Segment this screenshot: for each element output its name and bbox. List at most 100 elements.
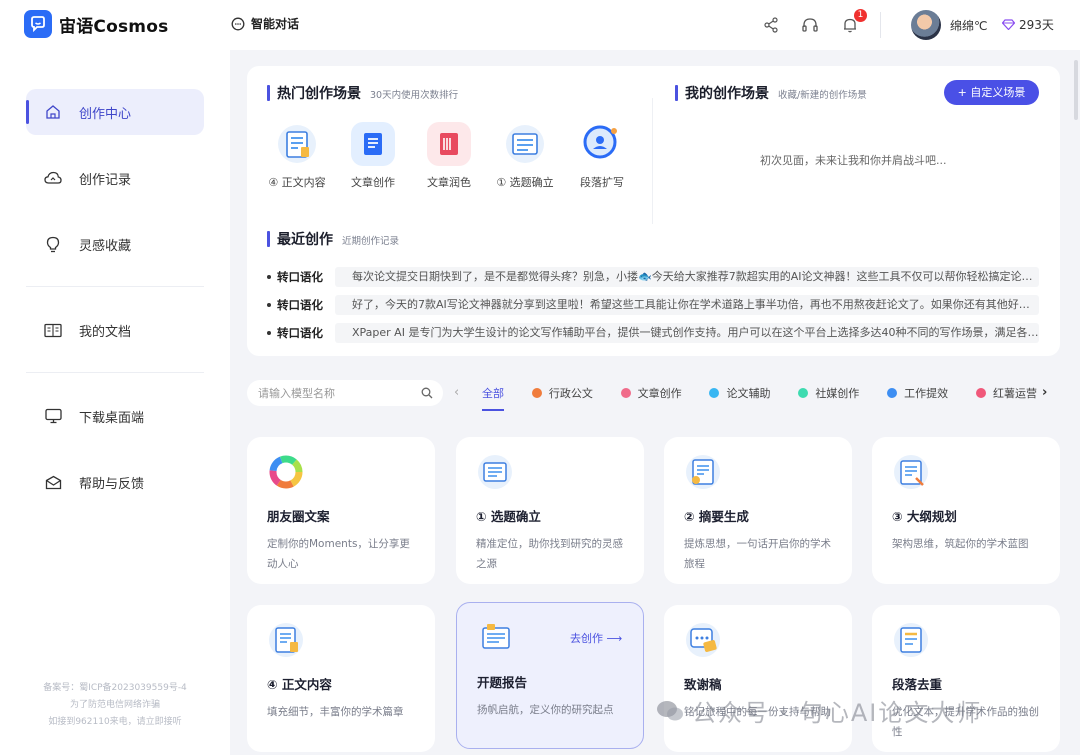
- chevron-left-icon[interactable]: ‹: [454, 385, 459, 400]
- share-icon[interactable]: [760, 14, 782, 36]
- hot-scene-item[interactable]: ④ 正文内容: [259, 122, 335, 190]
- hot-scenes-heading: 热门创作场景 30天内使用次数排行: [267, 83, 458, 103]
- recent-item[interactable]: 转口语化 XPaper AI 是专门为大学生设计的论文写作辅助平台，提供一键式创…: [267, 323, 1039, 343]
- tab-productivity[interactable]: 工作提效: [887, 385, 948, 401]
- sidebar-item-help-feedback[interactable]: 帮助与反馈: [26, 459, 204, 505]
- recent-subtitle: 近期创作记录: [342, 236, 400, 247]
- model-search-input[interactable]: [258, 386, 421, 400]
- go-create-link[interactable]: 去创作 ⟶: [570, 630, 622, 646]
- nav-smart-chat[interactable]: 智能对话: [231, 15, 299, 32]
- recent-item-text: XPaper AI 是专门为大学生设计的论文写作辅助平台，提供一键式创作支持。用…: [335, 323, 1039, 343]
- panel-divider: [652, 98, 653, 224]
- tab-all[interactable]: 全部: [482, 385, 504, 411]
- sidebar-item-label: 创作中心: [79, 106, 132, 122]
- headset-icon[interactable]: [799, 14, 821, 36]
- report-doc-icon: [477, 619, 515, 657]
- my-scenes-title: 我的创作场景: [685, 86, 769, 102]
- sidebar-item-creation-center[interactable]: 创作中心: [26, 89, 204, 135]
- category-dot-icon: [620, 388, 631, 398]
- scene-card-selected[interactable]: 去创作 ⟶ 开题报告 扬帆启航，定义你的研究起点: [456, 602, 644, 749]
- sidebar-item-creation-history[interactable]: 创作记录: [26, 155, 204, 201]
- model-search-box[interactable]: [247, 380, 443, 406]
- content-doc-icon: [275, 122, 319, 166]
- bullet: [267, 331, 271, 335]
- icp-filing-info: 备案号：蜀ICP备2023039559号-4 为了防范电信网络诈骗 如接到962…: [20, 680, 210, 731]
- tab-admin-docs[interactable]: 行政公文: [531, 385, 593, 401]
- scene-card[interactable]: ④ 正文内容 填充细节，丰富你的学术篇章: [247, 605, 435, 752]
- page-scrollbar[interactable]: [1074, 60, 1078, 120]
- scene-card[interactable]: ① 选题确立 精准定位，助你找到研究的灵感之源: [456, 437, 644, 584]
- hot-scene-item[interactable]: 文章创作: [335, 122, 411, 190]
- notification-badge: 1: [854, 9, 867, 22]
- tab-label: 社媒创作: [815, 387, 860, 400]
- tab-article-writing[interactable]: 文章创作: [620, 385, 682, 401]
- hot-scene-label: 段落扩写: [580, 176, 624, 189]
- add-custom-scene-button[interactable]: + 自定义场景: [944, 80, 1039, 105]
- tab-thesis-assist[interactable]: 论文辅助: [709, 385, 770, 401]
- card-title: 致谢稿: [684, 677, 722, 692]
- recent-item-text: 好了，今天的7款AI写论文神器就分享到这里啦！希望这些工具能让你在学术道路上事半…: [335, 295, 1039, 315]
- header-divider: [880, 12, 881, 38]
- my-scenes-subtitle: 收藏/新建的创作场景: [778, 90, 867, 101]
- mail-icon: [44, 473, 62, 491]
- card-title: ② 摘要生成: [684, 509, 749, 524]
- tab-xiaohongshu-ops[interactable]: 红薯运营: [975, 385, 1037, 401]
- card-description: 填充细节，丰富你的学术篇章: [267, 706, 404, 718]
- sidebar-item-label: 帮助与反馈: [79, 476, 145, 492]
- watermark-text: 公众号 · 句心AI论文大师: [692, 699, 983, 727]
- hot-scene-label: ④ 正文内容: [268, 176, 326, 189]
- scene-card[interactable]: 朋友圈文案 定制你的Moments，让分享更动人心: [247, 437, 435, 584]
- icp-line[interactable]: 备案号：蜀ICP备2023039559号-4: [20, 680, 210, 697]
- scene-card[interactable]: 段落去重 优化文本，提升学术作品的独创性: [872, 605, 1060, 752]
- sidebar-item-inspiration[interactable]: 灵感收藏: [26, 221, 204, 267]
- logo-chat-icon: [24, 10, 52, 38]
- membership-days-label: 293天: [1019, 18, 1054, 32]
- topic-doc-icon: [476, 453, 514, 491]
- chevron-right-icon[interactable]: ›: [1042, 385, 1047, 400]
- cloud-icon: [44, 169, 62, 187]
- scene-card[interactable]: 致谢稿 铭记旅程中的每一份支持与帮助: [664, 605, 852, 752]
- color-ring-icon: [267, 453, 305, 491]
- recent-item[interactable]: 转口语化 好了，今天的7款AI写论文神器就分享到这里啦！希望这些工具能让你在学术…: [267, 295, 1039, 315]
- bell-icon[interactable]: 1: [839, 9, 867, 36]
- card-title: ④ 正文内容: [267, 677, 332, 692]
- brand-logo[interactable]: 宙语Cosmos: [24, 10, 168, 38]
- card-title: 朋友圈文案: [267, 509, 330, 524]
- membership-days[interactable]: 293天: [1002, 16, 1054, 33]
- wechat-logo-icon: [657, 700, 683, 720]
- bullet: [267, 303, 271, 307]
- hot-scene-label: 文章润色: [427, 176, 471, 189]
- hot-scene-item[interactable]: 文章润色: [411, 122, 487, 190]
- hot-scenes-subtitle: 30天内使用次数排行: [370, 90, 459, 101]
- sidebar-item-my-docs[interactable]: 我的文档: [26, 307, 204, 353]
- chat-bubble-icon: [231, 17, 245, 30]
- sidebar-item-label: 我的文档: [79, 324, 132, 340]
- card-title: ③ 大纲规划: [892, 509, 957, 524]
- sidebar-item-label: 灵感收藏: [79, 238, 132, 254]
- search-icon[interactable]: [421, 387, 433, 399]
- scene-card[interactable]: ③ 大纲规划 架构思维，筑起你的学术蓝图: [872, 437, 1060, 584]
- tab-label: 全部: [482, 387, 504, 400]
- tab-label: 行政公文: [548, 387, 593, 400]
- outline-doc-icon: [892, 453, 930, 491]
- hot-scene-item[interactable]: ① 选题确立: [487, 122, 563, 190]
- topic-doc-icon: [503, 122, 547, 166]
- recent-item-text: 每次论文提交日期快到了，是不是都觉得头疼？别急，小搂🐟今天给大家推荐7款超实用的…: [335, 267, 1039, 287]
- heading-accent-bar: [267, 85, 270, 101]
- book-icon: [44, 321, 62, 339]
- sidebar-divider: [26, 286, 204, 287]
- icp-line: 为了防范电信网络诈骗: [69, 700, 160, 710]
- avatar[interactable]: [911, 10, 941, 40]
- username[interactable]: 绵绵℃: [950, 17, 987, 34]
- scene-card[interactable]: ② 摘要生成 提炼思想，一句话开启你的学术旅程: [664, 437, 852, 584]
- recent-item-tag: 转口语化: [277, 298, 323, 312]
- diamond-icon: [1002, 19, 1015, 30]
- card-title: ① 选题确立: [476, 509, 541, 524]
- sidebar-item-download-desktop[interactable]: 下载桌面端: [26, 393, 204, 439]
- hot-scene-item[interactable]: 段落扩写: [564, 122, 640, 190]
- tab-social-media[interactable]: 社媒创作: [798, 385, 859, 401]
- recent-item[interactable]: 转口语化 每次论文提交日期快到了，是不是都觉得头疼？别急，小搂🐟今天给大家推荐7…: [267, 267, 1039, 287]
- recent-item-tag: 转口语化: [277, 270, 323, 284]
- recent-item-tag: 转口语化: [277, 326, 323, 340]
- brand-name: 宙语Cosmos: [59, 16, 169, 37]
